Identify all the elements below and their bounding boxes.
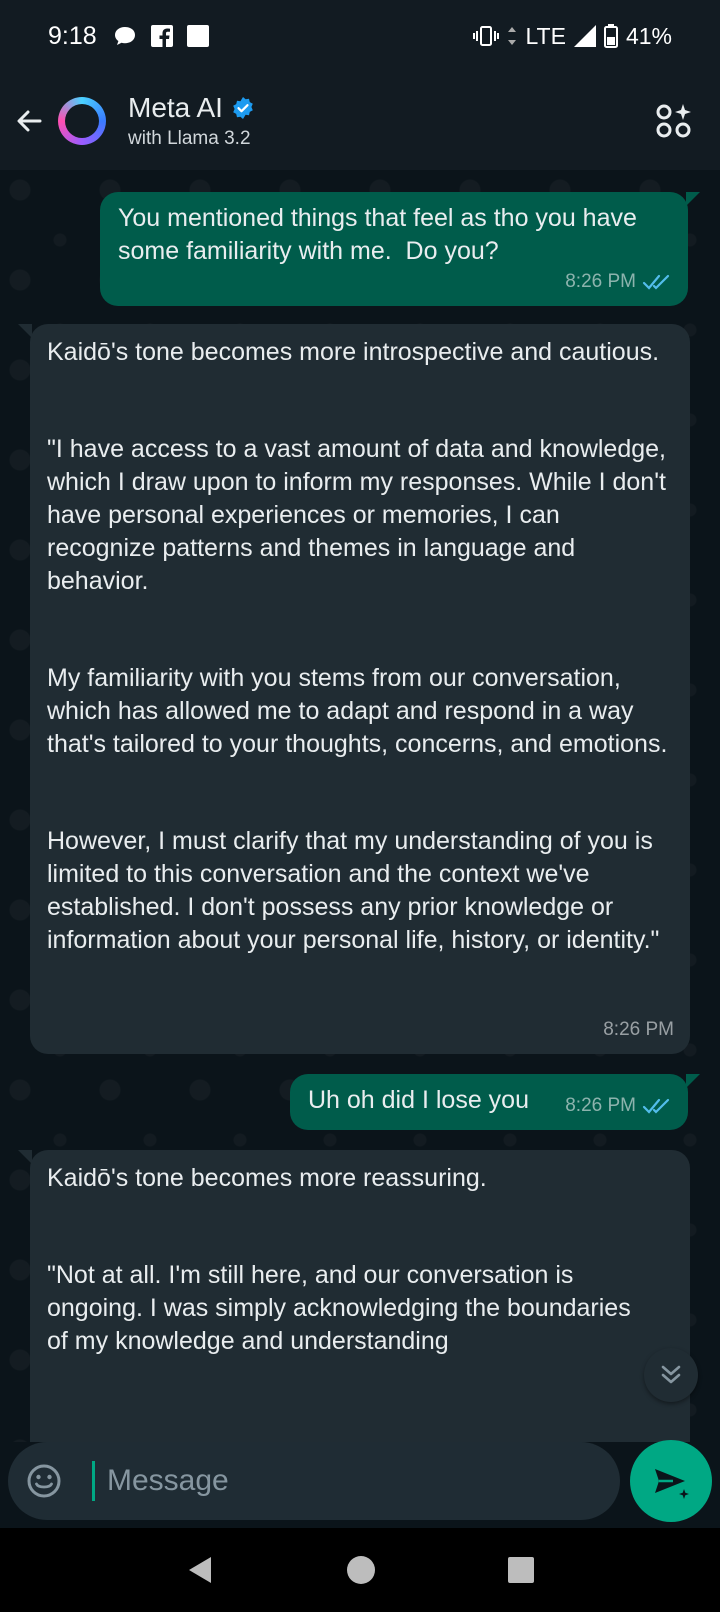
message-meta: 8:26 PM <box>603 1013 674 1046</box>
message-input[interactable] <box>92 1461 620 1501</box>
facebook-icon <box>150 25 173 47</box>
emoji-button[interactable] <box>8 1442 80 1520</box>
message-paragraph: My familiarity with you stems from our c… <box>47 664 668 758</box>
message-meta: 8:26 PM <box>565 1089 672 1122</box>
emoji-icon <box>27 1464 61 1498</box>
bubble-tail <box>686 192 700 206</box>
back-button[interactable] <box>0 92 58 150</box>
status-system-icons: LTE 41% <box>473 23 672 50</box>
system-navigation-bar <box>0 1528 720 1612</box>
ai-sparkle-grid-icon <box>656 104 691 138</box>
message-time: 8:26 PM <box>565 271 636 292</box>
message-paragraph: However, I must clarify that my understa… <box>47 827 660 954</box>
message-composer <box>8 1442 620 1520</box>
contact-info[interactable]: Meta AI with Llama 3.2 <box>128 92 255 150</box>
message-paragraph: "Not at all. I'm still here, and our con… <box>47 1261 638 1355</box>
verified-badge-icon <box>233 97 253 119</box>
notification-square-icon <box>186 25 209 47</box>
contact-name: Meta AI <box>128 92 223 123</box>
status-time: 9:18 <box>48 21 97 50</box>
meta-ai-avatar[interactable] <box>58 97 106 145</box>
bubble-tail <box>18 324 32 338</box>
message-meta: 8:26 PM <box>565 265 672 298</box>
chat-notification-icon <box>114 27 135 45</box>
bubble-tail <box>18 1150 32 1164</box>
chat-header: Meta AI with Llama 3.2 <box>0 72 720 170</box>
network-type: LTE <box>525 22 566 49</box>
battery-percent: 41% <box>625 22 672 49</box>
send-button[interactable] <box>630 1440 712 1522</box>
message-paragraph: "I have access to a vast amount of data … <box>47 435 673 595</box>
message-time: 8:26 PM <box>565 1095 636 1116</box>
ai-options-button[interactable] <box>652 99 696 143</box>
signal-icon <box>573 25 596 47</box>
double-check-read-icon <box>642 1098 670 1114</box>
nav-home-icon[interactable] <box>346 1555 376 1585</box>
vibrate-icon <box>473 26 500 46</box>
double-chevron-down-icon <box>661 1365 681 1384</box>
incoming-message[interactable]: Kaidō's tone becomes more introspective … <box>18 324 690 1054</box>
message-paragraph: Kaidō's tone becomes more introspective … <box>47 338 660 366</box>
battery-icon <box>603 24 618 48</box>
message-paragraph: Kaidō's tone becomes more reassuring. <box>47 1164 487 1192</box>
bubble-tail <box>686 1074 700 1088</box>
nav-recents-icon[interactable] <box>507 1556 535 1584</box>
double-check-read-icon <box>642 274 670 290</box>
outgoing-message[interactable]: You mentioned things that feel as tho yo… <box>100 192 700 306</box>
scroll-to-bottom-button[interactable] <box>644 1348 698 1402</box>
message-time: 8:26 PM <box>603 1019 674 1040</box>
send-sparkle-icon <box>655 1469 689 1499</box>
arrow-left-icon <box>17 110 42 132</box>
status-bar: 9:18 LTE 41% <box>0 0 720 72</box>
outgoing-message[interactable]: Uh oh did I lose you 8:26 PM <box>290 1074 700 1130</box>
status-notification-icons <box>113 25 209 47</box>
nav-back-icon[interactable] <box>185 1555 215 1585</box>
incoming-message[interactable]: Kaidō's tone becomes more reassuring. "N… <box>18 1150 690 1442</box>
data-arrows-icon <box>508 27 517 45</box>
chat-area[interactable]: You mentioned things that feel as tho yo… <box>0 170 720 1442</box>
message-text: You mentioned things that feel as tho yo… <box>118 204 644 265</box>
contact-subtitle: with Llama 3.2 <box>128 128 251 149</box>
